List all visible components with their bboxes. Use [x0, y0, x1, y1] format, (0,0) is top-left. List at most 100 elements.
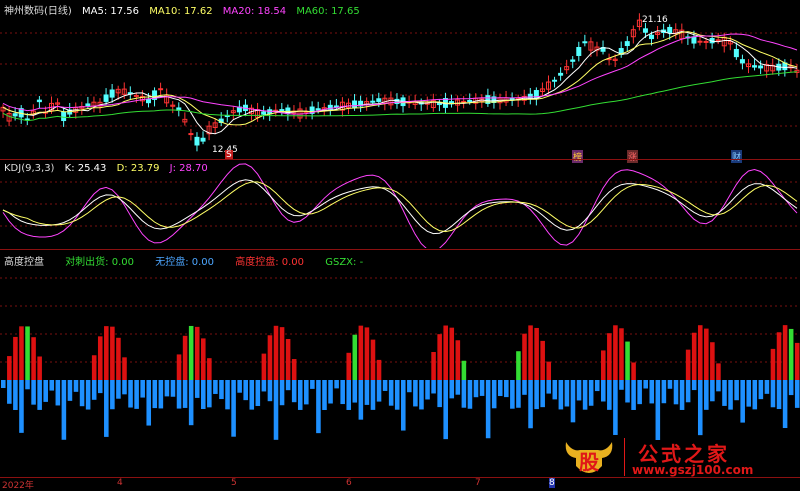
control-bar-negative [601, 380, 606, 402]
control-bar-negative [364, 380, 370, 405]
control-bar-negative [697, 380, 703, 436]
control-bar-positive [431, 352, 436, 380]
control-bar-negative [782, 380, 788, 429]
control-bar-negative [449, 380, 455, 399]
candle-body [667, 26, 673, 34]
candle-body [758, 65, 764, 69]
control-bar-negative [182, 380, 188, 408]
control-bar-negative [128, 380, 133, 408]
control-bar-negative [546, 380, 552, 394]
control-bar-negative [576, 380, 582, 401]
control-bar-positive [261, 353, 267, 380]
control-bar-negative [213, 380, 218, 394]
candle-body [649, 34, 655, 40]
control-bar-negative [170, 380, 176, 397]
control-bar-negative [504, 380, 509, 398]
control-bar-negative [13, 380, 18, 410]
control-bar-negative [255, 380, 261, 406]
candle-body [576, 47, 582, 56]
control-bar-negative [637, 380, 642, 405]
control-bar-negative [455, 380, 461, 395]
control-bar-negative [188, 380, 194, 426]
xaxis-label: 8 [549, 478, 555, 488]
price-chart[interactable] [0, 0, 800, 158]
candle-body [570, 59, 576, 62]
control-bar-negative [134, 380, 139, 409]
control-bar-negative [194, 380, 200, 398]
control-bar-negative [104, 380, 109, 437]
ma10-line [2, 31, 798, 126]
control-bar-negative [558, 380, 564, 410]
control-bar-negative [485, 380, 491, 439]
control-bar-negative [116, 380, 121, 399]
control-bar-negative [140, 380, 145, 398]
control-bar-negative [649, 380, 655, 404]
control-bar-negative [764, 380, 770, 394]
control-bar-negative [285, 380, 291, 391]
control-bar-positive [91, 355, 97, 380]
control-bar-negative [152, 380, 158, 409]
control-bar-negative [73, 380, 79, 392]
kdj-j-line [2, 163, 798, 248]
control-bar-positive [601, 350, 606, 380]
control-bar-negative [704, 380, 709, 410]
control-bar-positive [267, 335, 273, 380]
control-bar-positive [110, 326, 115, 380]
control-bar-negative [85, 380, 91, 410]
candle-body [691, 36, 697, 44]
candle-body [188, 133, 194, 136]
candle-body [261, 111, 267, 115]
control-bar-negative [146, 380, 152, 426]
control-bar-negative [661, 380, 667, 404]
control-bar-negative [7, 380, 12, 404]
control-bar-positive [461, 360, 467, 380]
control-bar-negative [376, 380, 382, 402]
control-bar-negative [473, 380, 479, 398]
candle-body [315, 108, 321, 111]
control-bar-positive [188, 325, 194, 380]
kdj-title[interactable]: KDJ(9,3,3) [4, 163, 54, 174]
candle-body [376, 98, 382, 102]
control-bar-positive [631, 362, 636, 380]
control-bar-negative [31, 380, 36, 405]
candle-body [61, 111, 67, 122]
control-bar-positive [279, 327, 285, 380]
control-bar-positive [704, 328, 709, 380]
candle-body [703, 40, 709, 43]
price-chart-panel[interactable] [0, 0, 800, 158]
control-bar-negative [382, 380, 388, 391]
control-bar-negative [673, 380, 679, 405]
candle-body [194, 136, 200, 146]
control-bar-negative [346, 380, 352, 410]
control-bar-negative [570, 380, 576, 423]
control-bar-negative [273, 380, 279, 440]
candle-body [436, 103, 442, 106]
control-bar-negative [443, 380, 448, 440]
kdj-d-line [2, 181, 798, 233]
candle-body [739, 59, 745, 64]
control-title[interactable]: 高度控盘 [4, 257, 44, 268]
control-bar-positive [37, 356, 42, 380]
control-bar-negative [528, 380, 533, 429]
main-legend: 神州数码(日线) MA5: 17.56 MA10: 17.62 MA20: 18… [4, 2, 367, 17]
control-bar-negative [491, 380, 497, 409]
control-bar-negative [279, 380, 285, 406]
control-bar-negative [297, 380, 303, 410]
control-bar-positive [364, 327, 370, 380]
control-bar-positive [13, 336, 18, 380]
control-bar-negative [340, 380, 345, 405]
control-bar-negative [219, 380, 224, 400]
control-bar-negative [540, 380, 545, 408]
control-bar-negative [322, 380, 327, 410]
control-bar-positive [97, 336, 103, 380]
control-bar-negative [510, 380, 515, 409]
control-bar-negative [55, 380, 61, 406]
stock-title[interactable]: 神州数码(日线) [4, 6, 72, 17]
control-bar-negative [716, 380, 721, 392]
control-bar-negative [419, 380, 424, 410]
xaxis-label: 7 [475, 478, 481, 488]
control-bar-negative [685, 380, 691, 403]
candle-body [370, 100, 376, 103]
control-bar-negative [201, 380, 206, 409]
control-bar-negative [655, 380, 661, 440]
